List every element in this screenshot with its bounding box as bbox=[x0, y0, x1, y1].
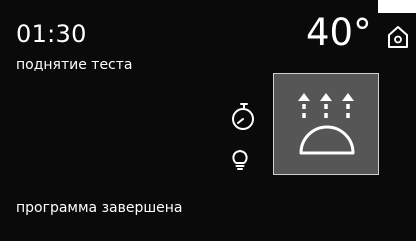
status-message: программа завершена bbox=[16, 200, 183, 216]
lamp-icon[interactable] bbox=[230, 148, 250, 172]
stopwatch-icon[interactable] bbox=[229, 102, 257, 132]
home-icon[interactable] bbox=[385, 24, 411, 50]
oven-display: 01:30 поднятие теста 40° программа завер… bbox=[0, 0, 416, 241]
temperature-readout: 40° bbox=[306, 11, 372, 54]
proofing-mode-icon bbox=[298, 93, 355, 155]
proofing-mode-tile[interactable] bbox=[273, 73, 379, 175]
program-name: поднятие теста bbox=[16, 57, 133, 73]
corner-notch bbox=[378, 0, 416, 13]
cooking-timer: 01:30 bbox=[16, 20, 87, 48]
